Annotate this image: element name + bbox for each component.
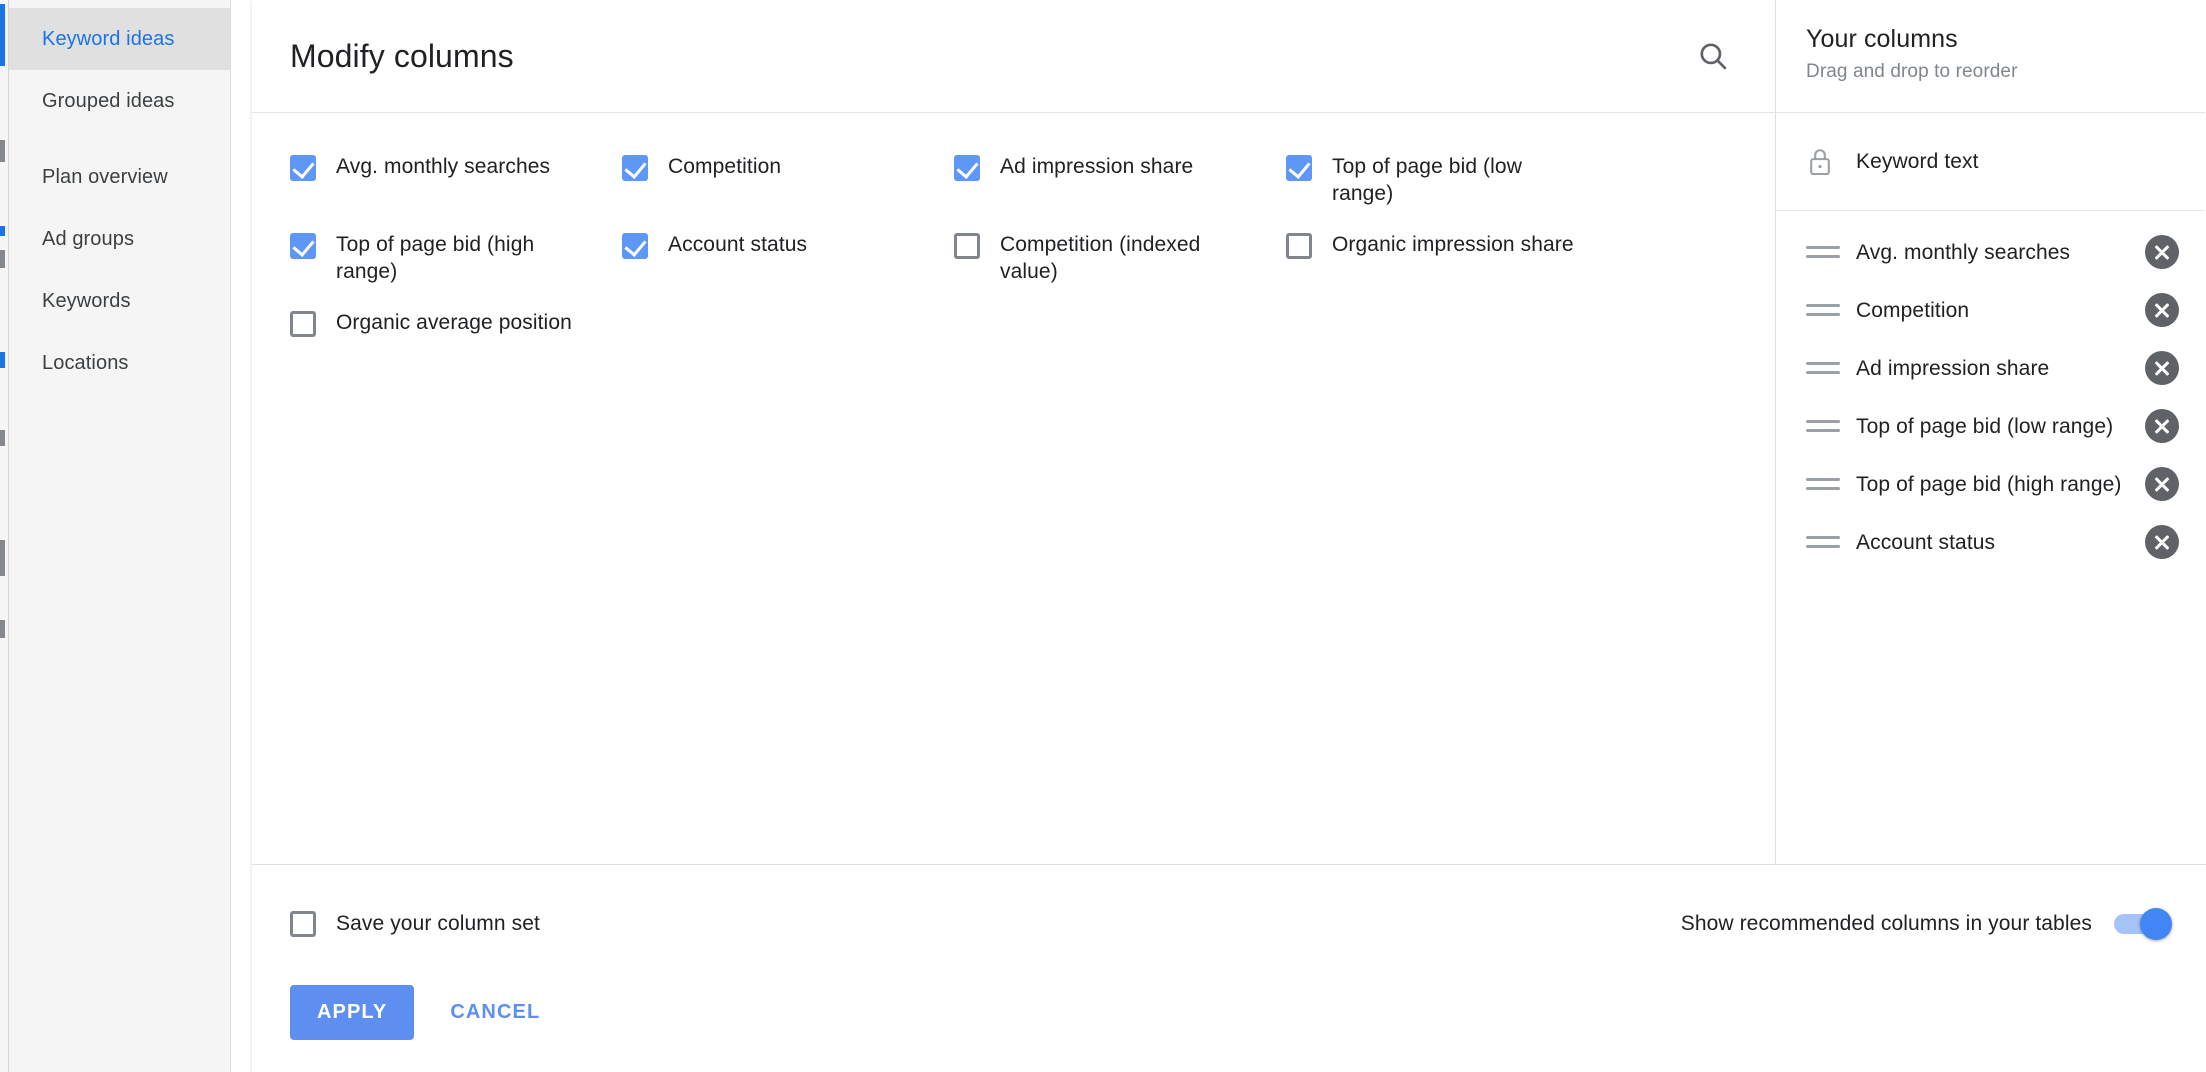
checkbox-checked-icon[interactable]	[290, 155, 316, 181]
selected-column-label: Top of page bid (low range)	[1856, 413, 2145, 440]
selected-column-label: Top of page bid (high range)	[1856, 471, 2145, 498]
toggle-knob	[2140, 908, 2172, 940]
checkbox-checked-icon[interactable]	[954, 155, 980, 181]
selected-column-item[interactable]: Competition	[1776, 281, 2205, 339]
background-page-edge-strip	[0, 0, 9, 1072]
available-columns-pane: Modify columns Avg. monthly searches Comp…	[252, 0, 1776, 864]
sidebar-item-grouped-ideas[interactable]: Grouped ideas	[9, 70, 230, 132]
locked-column-label: Keyword text	[1856, 150, 1979, 174]
column-checkbox-label: Avg. monthly searches	[336, 153, 550, 180]
drag-handle-icon[interactable]	[1806, 304, 1840, 316]
modify-columns-dialog: Modify columns Avg. monthly searches Comp…	[252, 0, 2206, 1072]
column-checkbox-label: Top of page bid (low range)	[1332, 153, 1582, 207]
search-icon[interactable]	[1685, 28, 1741, 84]
checkbox-checked-icon[interactable]	[1286, 155, 1312, 181]
remove-circle-icon[interactable]	[2145, 293, 2179, 327]
your-columns-header: Your columns Drag and drop to reorder	[1776, 0, 2205, 113]
selected-column-label: Competition	[1856, 297, 2145, 324]
sidebar-item-locations[interactable]: Locations	[9, 332, 230, 394]
column-checkbox-organic-average-position[interactable]: Organic average position	[290, 297, 622, 355]
dialog-footer: Save your column set Show recommended co…	[252, 864, 2206, 1072]
save-column-set-label: Save your column set	[336, 912, 540, 936]
sidebar-item-label: Locations	[42, 352, 129, 375]
remove-circle-icon[interactable]	[2145, 467, 2179, 501]
column-checkbox-top-of-page-bid-low-range-[interactable]: Top of page bid (low range)	[1286, 141, 1618, 219]
your-columns-subtitle: Drag and drop to reorder	[1806, 61, 2175, 83]
column-checkbox-organic-impression-share[interactable]: Organic impression share	[1286, 219, 1618, 297]
selected-columns-list: Avg. monthly searches Competition Ad impre…	[1776, 211, 2205, 864]
column-checkbox-label: Organic average position	[336, 309, 572, 336]
sidebar-item-keywords[interactable]: Keywords	[9, 270, 230, 332]
checkbox-checked-icon[interactable]	[622, 233, 648, 259]
remove-circle-icon[interactable]	[2145, 525, 2179, 559]
sidebar-divider-gap	[9, 132, 230, 146]
sidebar-item-keyword-ideas[interactable]: Keyword ideas	[9, 8, 230, 70]
column-checkbox-label: Account status	[668, 231, 807, 258]
remove-circle-icon[interactable]	[2145, 409, 2179, 443]
your-columns-pane: Your columns Drag and drop to reorder Ke…	[1776, 0, 2205, 864]
column-checkbox-competition-indexed-value-[interactable]: Competition (indexed value)	[954, 219, 1286, 297]
dialog-body: Modify columns Avg. monthly searches Comp…	[252, 0, 2206, 864]
sidebar-item-plan-overview[interactable]: Plan overview	[9, 146, 230, 208]
selected-column-label: Ad impression share	[1856, 355, 2145, 382]
your-columns-title: Your columns	[1806, 25, 2175, 54]
checkbox-icon[interactable]	[1286, 233, 1312, 259]
checkbox-checked-icon[interactable]	[622, 155, 648, 181]
selected-column-item[interactable]: Account status	[1776, 513, 2205, 571]
selected-column-item[interactable]: Avg. monthly searches	[1776, 223, 2205, 281]
selected-column-item[interactable]: Top of page bid (high range)	[1776, 455, 2205, 513]
apply-button[interactable]: APPLY	[290, 985, 414, 1040]
checkbox-checked-icon[interactable]	[290, 233, 316, 259]
remove-circle-icon[interactable]	[2145, 235, 2179, 269]
show-recommended-columns-row: Show recommended columns in your tables	[1681, 912, 2168, 936]
selected-column-item[interactable]: Top of page bid (low range)	[1776, 397, 2205, 455]
column-checkbox-avg-monthly-searches[interactable]: Avg. monthly searches	[290, 141, 622, 219]
sidebar-item-label: Plan overview	[42, 166, 168, 189]
sidebar-item-label: Keywords	[42, 290, 131, 313]
selected-column-label: Avg. monthly searches	[1856, 239, 2145, 266]
column-checkbox-label: Ad impression share	[1000, 153, 1193, 180]
sidebar-item-ad-groups[interactable]: Ad groups	[9, 208, 230, 270]
selected-column-item[interactable]: Ad impression share	[1776, 339, 2205, 397]
dialog-header: Modify columns	[252, 0, 1775, 113]
lock-icon	[1806, 146, 1840, 178]
column-checkbox-top-of-page-bid-high-range-[interactable]: Top of page bid (high range)	[290, 219, 622, 297]
column-checkbox-ad-impression-share[interactable]: Ad impression share	[954, 141, 1286, 219]
save-column-set-checkbox[interactable]: Save your column set	[290, 911, 540, 937]
column-checkbox-account-status[interactable]: Account status	[622, 219, 954, 297]
column-checkbox-label: Competition	[668, 153, 781, 180]
drag-handle-icon[interactable]	[1806, 362, 1840, 374]
cancel-button[interactable]: CANCEL	[428, 985, 562, 1040]
checkbox-icon[interactable]	[954, 233, 980, 259]
page-title: Modify columns	[290, 38, 514, 75]
remove-circle-icon[interactable]	[2145, 351, 2179, 385]
footer-options-row: Save your column set Show recommended co…	[290, 865, 2168, 983]
checkbox-icon[interactable]	[290, 311, 316, 337]
sidebar-item-label: Keyword ideas	[42, 28, 174, 51]
drag-handle-icon[interactable]	[1806, 420, 1840, 432]
show-recommended-columns-toggle[interactable]	[2114, 914, 2168, 934]
column-checkbox-label: Top of page bid (high range)	[336, 231, 586, 285]
drag-handle-icon[interactable]	[1806, 478, 1840, 490]
column-checkbox-label: Competition (indexed value)	[1000, 231, 1250, 285]
checkbox-icon[interactable]	[290, 911, 316, 937]
drag-handle-icon[interactable]	[1806, 536, 1840, 548]
column-checkbox-label: Organic impression share	[1332, 231, 1574, 258]
locked-column-row: Keyword text	[1776, 113, 2205, 211]
drag-handle-icon[interactable]	[1806, 246, 1840, 258]
available-columns-grid: Avg. monthly searches Competition Ad impre…	[252, 113, 1775, 864]
sidebar-item-label: Grouped ideas	[42, 90, 175, 113]
selected-column-label: Account status	[1856, 529, 2145, 556]
modify-columns-screen: Keyword ideas Grouped ideas Plan overview A…	[0, 0, 2206, 1072]
left-sidebar-nav: Keyword ideas Grouped ideas Plan overview A…	[9, 0, 231, 1072]
footer-actions: APPLY CANCEL	[290, 983, 2168, 1040]
show-recommended-columns-label: Show recommended columns in your tables	[1681, 912, 2092, 936]
column-checkbox-competition[interactable]: Competition	[622, 141, 954, 219]
sidebar-item-label: Ad groups	[42, 228, 134, 251]
